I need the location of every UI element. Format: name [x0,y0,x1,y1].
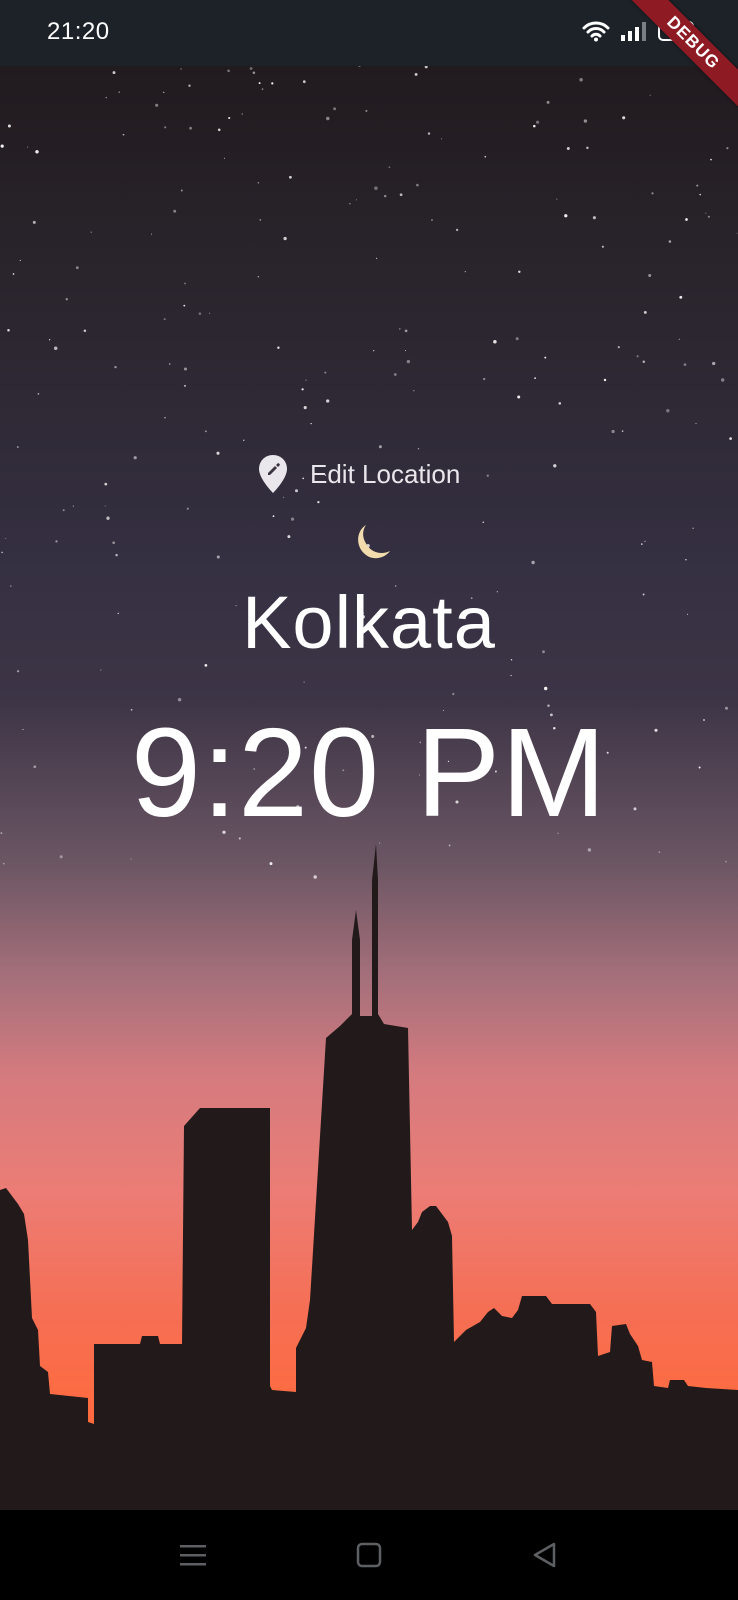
home-button[interactable] [344,1532,394,1578]
main-content: Edit Location Kolkata 9:20 PM [0,0,738,1510]
cellular-signal-icon [621,22,646,41]
edit-location-icon [259,455,287,493]
back-icon [533,1542,556,1568]
home-icon [356,1542,382,1568]
crescent-moon-icon [358,525,390,559]
edit-location-label: Edit Location [310,458,461,489]
back-button[interactable] [520,1532,570,1578]
menu-icon [180,1545,206,1566]
edit-location-button[interactable]: Edit Location [258,450,460,498]
screen: 21:20 100 DEBUG Edit Loca [0,0,738,1600]
menu-button[interactable] [168,1532,218,1578]
status-time: 21:20 [47,18,110,45]
city-name: Kolkata [242,581,496,664]
wifi-icon [582,21,610,42]
status-bar: 21:20 100 [0,0,738,66]
time-display: 9:20 PM [130,702,608,843]
navigation-bar [0,1510,738,1600]
